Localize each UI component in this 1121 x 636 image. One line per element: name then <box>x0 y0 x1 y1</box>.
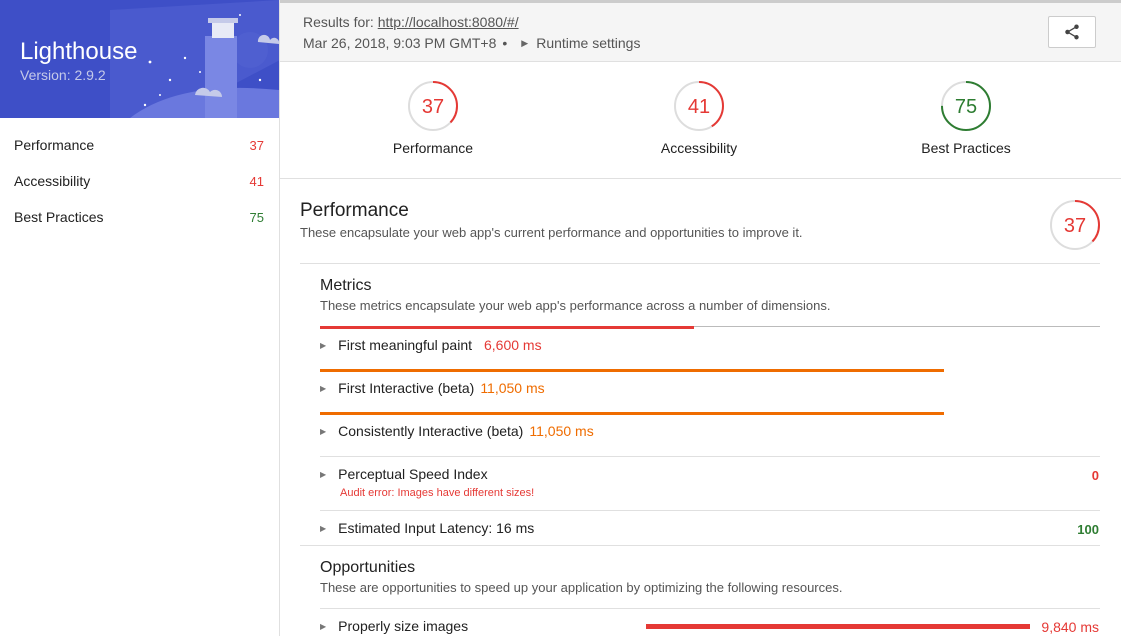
results-url-link[interactable]: http://localhost:8080/#/ <box>378 14 519 30</box>
sidebar: Lighthouse Version: 2.9.2 Performance 37… <box>0 0 280 636</box>
share-icon <box>1065 24 1079 40</box>
app-version: Version: 2.9.2 <box>20 67 106 83</box>
opportunity-properly-size-images[interactable]: ▶ Properly size images <box>320 618 468 634</box>
report-meta: Mar 26, 2018, 9:03 PM GMT+8 • ▶ Runtime … <box>303 35 640 51</box>
metric-label: Estimated Input Latency: 16 ms <box>338 520 535 536</box>
gauge-label: Accessibility <box>660 140 738 156</box>
sidebar-item-score: 41 <box>249 173 264 189</box>
sidebar-item-best-practices[interactable]: Best Practices 75 <box>0 199 279 235</box>
metric-value: 6,600 ms <box>484 337 542 353</box>
gauge-ring: 37 <box>1050 200 1100 250</box>
divider <box>320 510 1100 511</box>
sidebar-item-label: Performance <box>14 137 95 153</box>
lighthouse-banner: Lighthouse Version: 2.9.2 <box>0 0 279 118</box>
psi-score: 0 <box>1091 468 1099 483</box>
metrics-title: Metrics <box>320 277 372 294</box>
results-for: Results for: http://localhost:8080/#/ <box>303 14 519 30</box>
sidebar-item-label: Accessibility <box>14 173 91 189</box>
opportunities-description: These are opportunities to speed up your… <box>320 580 843 595</box>
triangle-right-icon: ▶ <box>320 426 327 436</box>
gauge-score: 37 <box>422 96 444 118</box>
metric-first-meaningful-paint[interactable]: ▶ First meaningful paint 6,600 ms <box>320 337 542 353</box>
triangle-right-icon: ▶ <box>320 621 327 631</box>
gauge-ring: 41 <box>674 81 724 131</box>
gauge-score: 41 <box>688 96 710 118</box>
report-header: Results for: http://localhost:8080/#/ Ma… <box>280 0 1121 62</box>
metric-label: Consistently Interactive (beta) <box>338 423 524 439</box>
gauge-best-practices[interactable]: 75 Best Practices <box>901 80 1031 156</box>
metric-estimated-input-latency[interactable]: ▶ Estimated Input Latency: 16 ms <box>320 520 534 536</box>
triangle-right-icon: ▶ <box>320 523 327 533</box>
app-title: Lighthouse <box>20 38 138 65</box>
gauge-accessibility[interactable]: 41 Accessibility <box>634 80 764 156</box>
metric-perceptual-speed-index[interactable]: ▶ Perceptual Speed Index <box>320 466 488 482</box>
sidebar-nav: Performance 37 Accessibility 41 Best Pra… <box>0 127 279 235</box>
gauge-label: Performance <box>392 140 474 156</box>
triangle-right-icon: ▶ <box>320 469 327 479</box>
runtime-settings-toggle[interactable]: ▶ Runtime settings <box>521 35 640 51</box>
opportunity-value: 9,840 ms <box>1041 619 1099 635</box>
latency-score: 100 <box>1077 522 1099 537</box>
divider <box>300 545 1100 546</box>
sidebar-item-accessibility[interactable]: Accessibility 41 <box>0 163 279 199</box>
opportunities-title: Opportunities <box>320 559 416 576</box>
section-description: These encapsulate your web app's current… <box>300 225 803 240</box>
metric-consistently-interactive[interactable]: ▶ Consistently Interactive (beta) 11,050… <box>320 423 594 439</box>
gauge-ring: 37 <box>408 81 458 131</box>
runtime-settings-label: Runtime settings <box>536 35 641 51</box>
section-title-performance: Performance <box>300 200 409 221</box>
opportunity-label: Properly size images <box>338 618 469 634</box>
gauge-ring: 75 <box>941 81 991 131</box>
meta-separator: • <box>502 35 508 51</box>
share-button[interactable] <box>1048 16 1096 48</box>
score-summary: 37 Performance 41 Accessibility 75 Best … <box>280 62 1121 179</box>
triangle-right-icon: ▶ <box>521 37 529 48</box>
sidebar-item-label: Best Practices <box>14 209 104 225</box>
metric-bar <box>320 369 944 372</box>
gauge-score: 75 <box>955 96 977 118</box>
sidebar-item-performance[interactable]: Performance 37 <box>0 127 279 163</box>
divider <box>300 263 1100 264</box>
report-date: Mar 26, 2018, 9:03 PM GMT+8 <box>303 35 497 51</box>
sidebar-item-score: 37 <box>249 137 264 153</box>
sidebar-item-score: 75 <box>249 209 264 225</box>
triangle-right-icon: ▶ <box>320 383 327 393</box>
metric-label: First Interactive (beta) <box>338 380 475 396</box>
triangle-right-icon: ▶ <box>320 340 327 350</box>
gauge-label: Best Practices <box>921 140 1011 156</box>
metric-value: 11,050 ms <box>529 423 594 439</box>
metric-label: First meaningful paint <box>338 337 472 353</box>
gauge-score: 37 <box>1064 215 1086 237</box>
results-prefix: Results for: <box>303 14 374 30</box>
metric-label: Perceptual Speed Index <box>338 466 488 482</box>
audit-error-text: Audit error: Images have different sizes… <box>340 487 535 499</box>
performance-section-gauge: 37 <box>1049 199 1101 256</box>
gauge-performance[interactable]: 37 Performance <box>368 80 498 156</box>
divider <box>320 608 1100 609</box>
metric-value: 11,050 ms <box>480 380 545 396</box>
opportunity-bar <box>646 624 1030 629</box>
metrics-description: These metrics encapsulate your web app's… <box>320 298 831 313</box>
metric-bar <box>320 326 694 329</box>
divider <box>320 456 1100 457</box>
metric-first-interactive[interactable]: ▶ First Interactive (beta) 11,050 ms <box>320 380 545 396</box>
metric-bar <box>320 412 944 415</box>
